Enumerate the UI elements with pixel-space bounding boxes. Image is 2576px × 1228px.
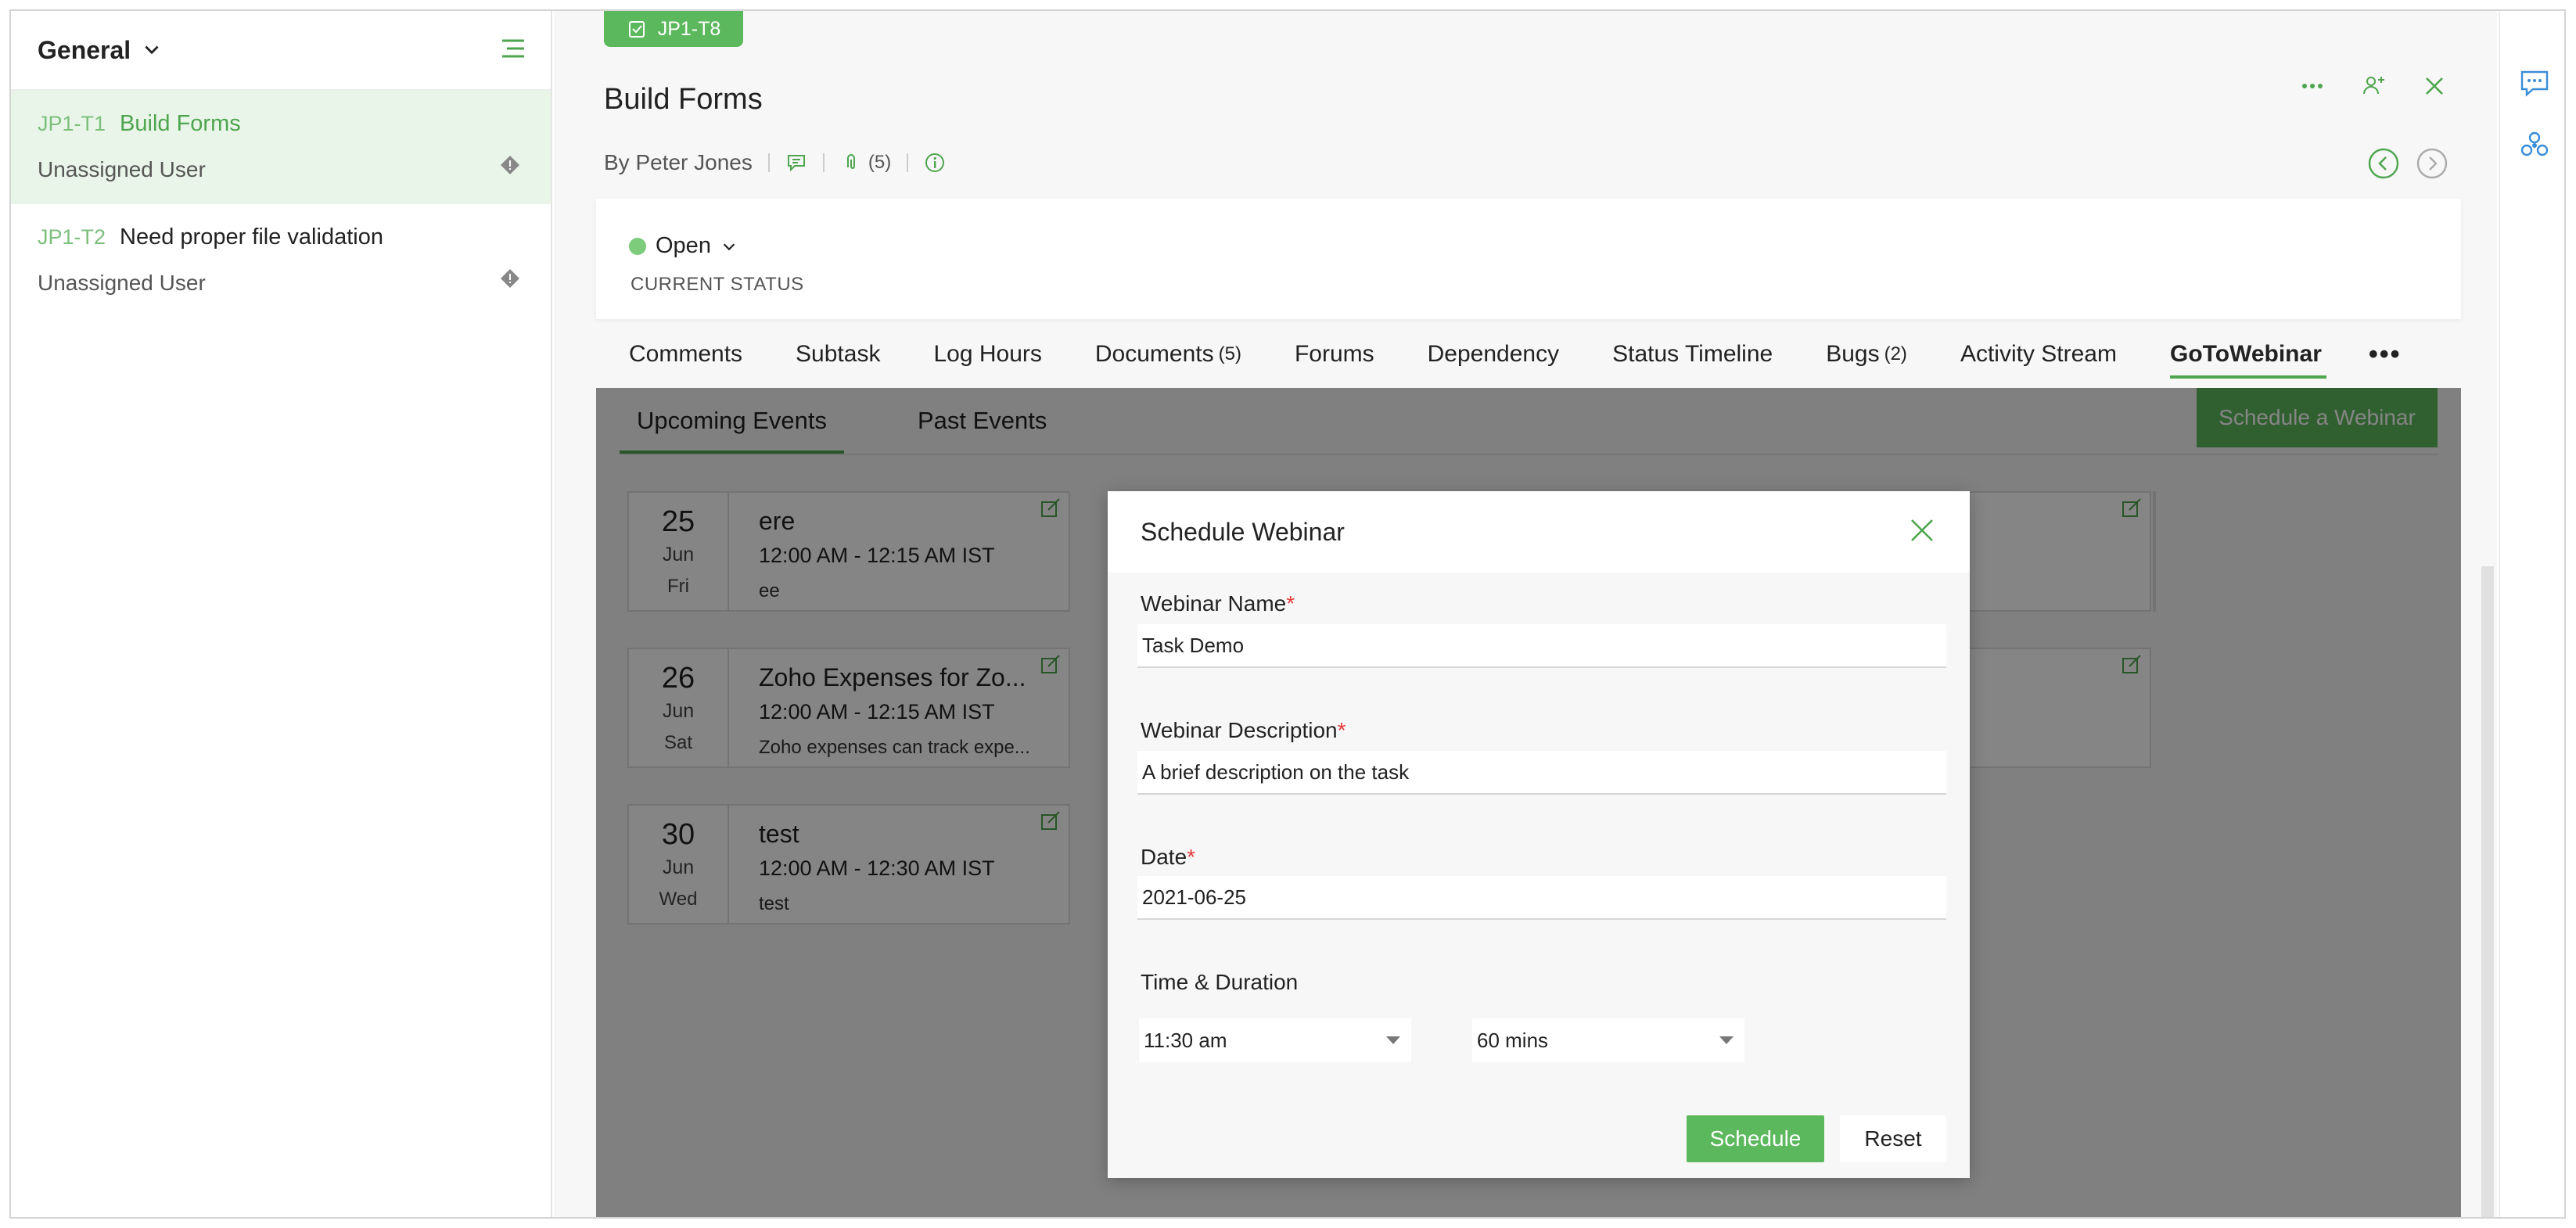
task-navigation: [2367, 147, 2448, 180]
tab-label: Subtask: [796, 341, 881, 367]
tab-dependency[interactable]: Dependency: [1428, 321, 1559, 388]
duration-select[interactable]: 60 mins: [1472, 1018, 1744, 1062]
task-name: Build Forms: [120, 111, 241, 136]
app-window: General JP1-T1 Build Forms Unassigned Us…: [9, 9, 2566, 1219]
modal-header: Schedule Webinar: [1108, 491, 1970, 573]
sidebar-task-item[interactable]: JP1-T1 Build Forms Unassigned User: [11, 91, 551, 204]
task-id: JP1-T2: [38, 225, 106, 249]
chevron-down-icon: [145, 45, 159, 55]
more-options-icon[interactable]: [2298, 72, 2326, 100]
right-rail: [2499, 11, 2564, 1217]
next-task-icon[interactable]: [2416, 147, 2448, 180]
label-text: Webinar Name: [1141, 591, 1287, 616]
task-key: JP1-T8: [657, 17, 721, 40]
tab-comments[interactable]: Comments: [629, 321, 742, 388]
webinar-description-label: Webinar Description*: [1141, 718, 1346, 743]
task-actions: [2298, 72, 2448, 100]
scrollbar[interactable]: [2481, 566, 2494, 1217]
task-assignee: Unassigned User: [38, 157, 206, 181]
divider: [822, 153, 825, 172]
priority-diamond-icon: [501, 269, 519, 288]
dropdown-caret-icon: [1386, 1036, 1400, 1044]
duration-value: 60 mins: [1477, 1028, 1549, 1052]
tab-activity-stream[interactable]: Activity Stream: [1960, 321, 2117, 388]
tab-status-timeline[interactable]: Status Timeline: [1612, 321, 1773, 388]
task-name: Need proper file validation: [120, 224, 383, 250]
page-title: Build Forms: [604, 83, 763, 116]
required-mark: *: [1187, 845, 1196, 869]
tab-label: Log Hours: [933, 341, 1042, 367]
modal-close-button[interactable]: [1907, 515, 1937, 549]
date-label: Date*: [1141, 845, 1195, 870]
modal-body: Webinar Name* Webinar Description* Date*…: [1108, 573, 1970, 1178]
tab-more-button[interactable]: •••: [2369, 321, 2402, 388]
attachment-count[interactable]: (5): [868, 152, 891, 174]
tab-gotowebinar[interactable]: GoToWebinar: [2169, 321, 2326, 388]
tab-label: Activity Stream: [1960, 341, 2117, 367]
divider: [767, 153, 770, 172]
status-value: Open: [656, 233, 711, 258]
task-assignee: Unassigned User: [38, 271, 206, 295]
tab-subtask[interactable]: Subtask: [796, 321, 880, 388]
add-follower-icon[interactable]: [2359, 72, 2387, 100]
dropdown-caret-icon: [1719, 1036, 1734, 1044]
status-dot: [629, 237, 646, 255]
tab-label: Status Timeline: [1612, 341, 1773, 367]
tab-label: Forums: [1294, 341, 1374, 367]
attachment-icon[interactable]: [840, 152, 862, 174]
info-icon[interactable]: [924, 152, 946, 174]
sidebar-task-item[interactable]: JP1-T2 Need proper file validation Unass…: [11, 204, 551, 318]
webinar-name-input[interactable]: [1137, 624, 1946, 668]
previous-task-icon[interactable]: [2367, 147, 2400, 180]
tab-log-hours[interactable]: Log Hours: [933, 321, 1041, 388]
tab-count: (2): [1884, 343, 1907, 364]
time-value: 11:30 am: [1144, 1028, 1227, 1052]
comment-icon[interactable]: [785, 152, 807, 174]
task-clipboard-icon: [628, 21, 645, 38]
divider: [907, 153, 909, 172]
reset-button[interactable]: Reset: [1840, 1115, 1946, 1162]
modal-title: Schedule Webinar: [1141, 517, 1345, 546]
sidebar-view-selector[interactable]: General: [38, 36, 162, 65]
sidebar-title: General: [38, 35, 131, 64]
chat-icon[interactable]: [2517, 66, 2552, 100]
task-key-badge: JP1-T8: [604, 11, 743, 47]
tab-forums[interactable]: Forums: [1295, 321, 1374, 388]
status-label: CURRENT STATUS: [631, 274, 804, 295]
tab-documents[interactable]: Documents (5): [1095, 321, 1241, 388]
list-menu-icon[interactable]: [498, 33, 529, 68]
integration-icon[interactable]: [2517, 128, 2552, 163]
tab-label: GoToWebinar: [2169, 341, 2322, 367]
date-input[interactable]: [1137, 876, 1946, 920]
tab-label: Dependency: [1427, 341, 1560, 367]
time-duration-label: Time & Duration: [1141, 970, 1299, 994]
tab-label: Documents: [1094, 341, 1214, 367]
task-tabs: Comments Subtask Log Hours Documents (5) …: [596, 321, 2461, 388]
required-mark: *: [1337, 718, 1346, 742]
label-text: Date: [1141, 845, 1187, 869]
close-icon[interactable]: [2420, 72, 2448, 100]
label-text: Webinar Description: [1141, 718, 1338, 742]
schedule-webinar-modal: Schedule Webinar Webinar Name* Webinar D…: [1108, 491, 1970, 1178]
tab-bugs[interactable]: Bugs (2): [1826, 321, 1907, 388]
status-card: Open CURRENT STATUS: [596, 199, 2461, 319]
task-sidebar: General JP1-T1 Build Forms Unassigned Us…: [11, 11, 552, 1217]
required-mark: *: [1286, 591, 1295, 616]
task-author: By Peter Jones: [604, 150, 753, 174]
time-select[interactable]: 11:30 am: [1139, 1018, 1411, 1062]
close-icon: [1911, 519, 1933, 541]
webinar-name-label: Webinar Name*: [1141, 591, 1295, 616]
chevron-down-icon: [723, 242, 735, 250]
priority-diamond-icon: [501, 156, 519, 174]
tab-label: Comments: [629, 341, 743, 367]
tab-label: Bugs: [1826, 341, 1880, 367]
task-id: JP1-T1: [38, 112, 106, 135]
webinar-description-input[interactable]: [1137, 751, 1946, 795]
schedule-button[interactable]: Schedule: [1687, 1115, 1824, 1162]
tab-count: (5): [1218, 343, 1241, 364]
sidebar-header: General: [11, 11, 551, 91]
status-dropdown[interactable]: Open: [629, 233, 738, 259]
task-meta: By Peter Jones (5): [604, 150, 946, 175]
